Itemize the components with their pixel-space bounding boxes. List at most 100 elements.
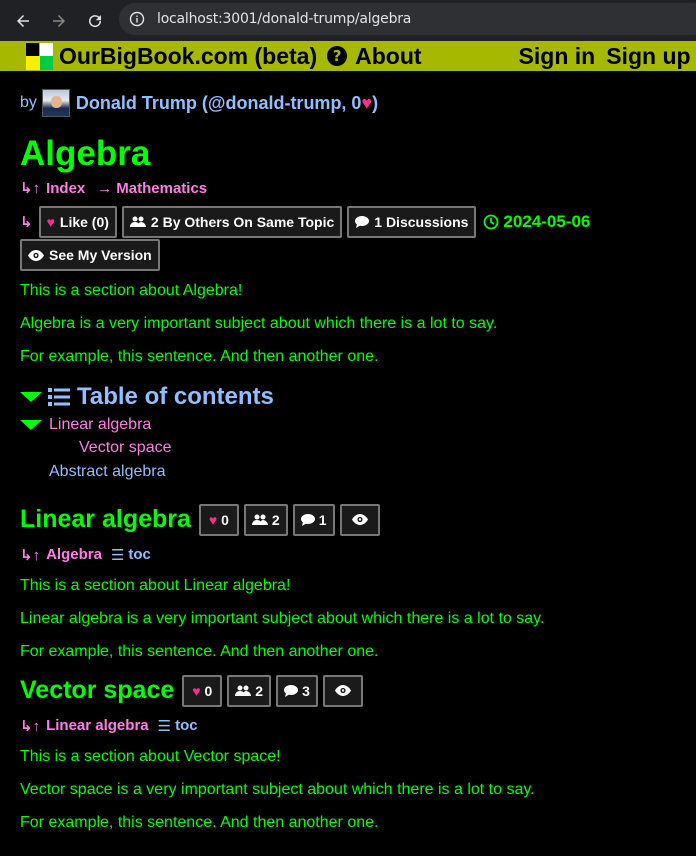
users-icon [251,514,268,526]
toc-link-vector-space[interactable]: Vector space [79,439,172,457]
others-button[interactable]: 2 [243,503,288,536]
discussions-label: 1 Discussions [374,214,469,230]
section-title[interactable]: Linear algebra [20,505,191,534]
users-icon [235,685,252,697]
byline: by Donald Trump (@donald-trump, 0♥) [20,88,696,118]
clock-icon [484,214,499,230]
article-actions: ↳ ♥ Like (0) 2 By Others On Same Topic 1… [20,206,696,238]
see-my-version-button[interactable]: See My Version [20,239,160,271]
version-actions: See My Version [20,239,696,271]
paragraph: Algebra is a very important subject abou… [20,315,498,332]
reload-button[interactable] [83,9,107,33]
date-link[interactable]: 2024-05-06 [483,212,590,232]
others-count: 2 [255,682,264,699]
arrow-right-icon [53,14,65,27]
comment-icon [284,684,299,697]
toc-item: Vector space [20,437,696,461]
toc-link[interactable]: toc [128,546,151,563]
comment-icon [300,513,315,526]
like-button[interactable]: ♥ Like (0) [38,206,117,238]
by-label: by [20,94,37,111]
byline-close: ) [372,92,379,113]
date-label: 2024-05-06 [503,212,591,231]
discussions-count: 3 [302,682,310,699]
paragraph: This is a section about Linear algebra! [20,576,291,594]
index-link[interactable]: Index [46,180,85,197]
collapse-triangle-icon[interactable] [20,419,42,430]
paragraph: This is a section about Algebra! [20,282,243,299]
list-icon [48,388,70,406]
toc-link-linear-algebra[interactable]: Linear algebra [49,416,151,434]
about-link[interactable]: ? About [327,42,422,70]
paragraph: For example, this sentence. And then ano… [20,642,379,660]
like-button[interactable]: ♥ 0 [182,674,223,707]
section-nav: ↳↑ Algebra ☰ toc [20,543,696,567]
parent-arrow-icon: ↳↑ [20,180,41,197]
arrow-right-icon: → [97,179,113,197]
section-linear-algebra: Linear algebra ♥ 0 2 1 ↳↑ Algebra ☰ toc T… [20,501,696,675]
like-button[interactable]: ♥ 0 [198,503,239,536]
forward-button[interactable] [47,9,71,33]
see-version-label: See My Version [49,247,152,263]
heart-icon: ♥ [361,92,373,113]
others-same-topic-button[interactable]: 2 By Others On Same Topic [121,206,343,238]
toc-link-abstract-algebra[interactable]: Abstract algebra [49,463,166,481]
list-icon: ☰ [110,546,125,564]
heart-icon: ♥ [192,682,201,699]
section-vector-space: Vector space ♥ 0 2 3 ↳↑ Linear algebra ☰ … [20,672,696,846]
toc-title: Table of contents [77,383,274,410]
sign-in-link[interactable]: Sign in [519,43,596,70]
parent-link[interactable]: Algebra [46,546,102,563]
about-label: About [355,42,422,69]
discussions-button[interactable]: 1 [292,503,335,536]
sign-up-link[interactable]: Sign up [606,43,690,70]
collapse-triangle-icon[interactable] [20,392,42,402]
site-header: OurBigBook.com (beta) ? About Sign in Si… [0,41,696,71]
site-title-link[interactable]: OurBigBook.com (beta) [59,43,317,70]
author-name: Donald Trump (@donald-trump, 0 [75,92,362,113]
table-of-contents: Table of contents Linear algebra Vector … [20,381,696,484]
article-content: by Donald Trump (@donald-trump, 0♥) Alge… [20,88,696,846]
info-icon[interactable] [129,11,145,27]
arrow-left-icon [17,14,29,27]
heart-icon: ♥ [208,511,218,528]
parent-arrow-icon: ↳↑ [20,717,41,735]
back-button[interactable] [11,9,35,33]
section-title[interactable]: Vector space [20,676,174,705]
article-body: This is a section about Algebra! Algebra… [20,281,696,380]
list-icon: ☰ [157,717,172,735]
discussions-button[interactable]: 1 Discussions [347,206,477,238]
eye-icon [28,249,44,261]
browser-toolbar: localhost:3001/donald-trump/algebra [0,0,696,41]
section-body: This is a section about Linear algebra! … [20,576,696,675]
paragraph: Vector space is a very important subject… [20,780,535,798]
eye-icon [351,512,368,528]
parent-arrow-icon: ↳↑ [20,546,41,564]
ourbigbook-logo-icon[interactable] [26,42,53,70]
section-body: This is a section about Vector space! Ve… [20,747,696,846]
author-avatar[interactable] [41,89,70,117]
author-link[interactable]: Donald Trump (@donald-trump, 0♥) [76,93,378,114]
others-button[interactable]: 2 [227,674,272,707]
others-count: 2 [271,511,280,528]
address-bar[interactable]: localhost:3001/donald-trump/algebra [119,3,696,35]
section-nav: ↳↑ Linear algebra ☰ toc [20,714,696,738]
parent-link[interactable]: Linear algebra [46,717,149,734]
see-version-button[interactable] [322,674,363,707]
question-icon: ? [327,46,348,66]
paragraph: This is a section about Vector space! [20,747,281,765]
others-label: 2 By Others On Same Topic [150,214,335,230]
toc-header[interactable]: Table of contents [20,381,696,413]
toc-link[interactable]: toc [175,717,198,734]
paragraph: For example, this sentence. And then ano… [20,813,379,831]
like-count: 0 [204,682,213,699]
toc-item: Abstract algebra [20,460,696,484]
like-label: Like (0) [59,214,109,230]
users-icon [129,216,146,228]
mathematics-link[interactable]: Mathematics [116,180,207,197]
section-header: Linear algebra ♥ 0 2 1 [20,501,696,539]
see-version-button[interactable] [339,503,380,536]
article-nav: ↳↑ Index → Mathematics [20,176,696,200]
paragraph: For example, this sentence. And then ano… [20,348,379,365]
discussions-button[interactable]: 3 [276,674,318,707]
